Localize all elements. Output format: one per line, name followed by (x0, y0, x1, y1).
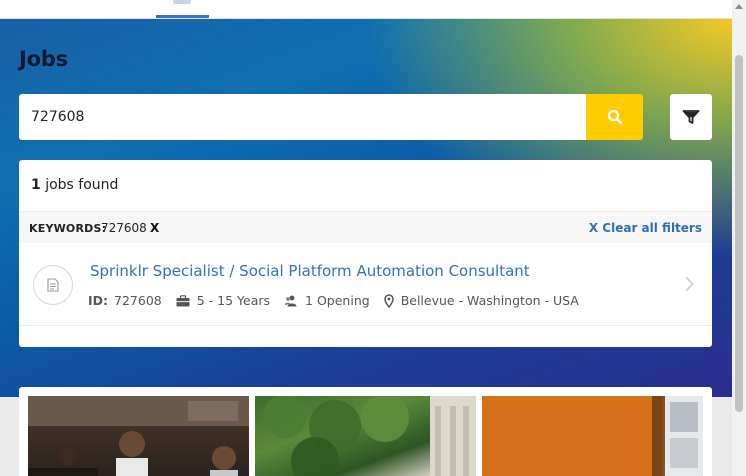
top-nav-bar (0, 0, 732, 19)
people-icon (284, 295, 297, 306)
nav-tab-icon[interactable] (173, 0, 191, 4)
job-location: Bellevue - Washington - USA (383, 293, 579, 308)
filter-icon (682, 110, 700, 124)
gallery-photo[interactable] (28, 396, 249, 476)
keywords-filter-label: KEYWORDS: (29, 222, 107, 235)
briefcase-icon (176, 294, 190, 306)
results-count-suffix: jobs found (40, 177, 119, 193)
scroll-up-arrow-icon[interactable] (735, 4, 743, 9)
vertical-scrollbar[interactable] (732, 0, 746, 476)
nav-tab-active-indicator (156, 15, 209, 18)
office-photo-illustration (482, 396, 703, 476)
search-button[interactable] (586, 94, 643, 140)
job-id-value: 727608 (114, 293, 162, 308)
app-viewport: Jobs 1 jobs found KEYWORDS: 727608 X X C… (0, 0, 746, 476)
location-pin-icon (383, 293, 394, 308)
gallery-photo[interactable] (255, 396, 476, 476)
job-meta: ID: 727608 5 - 15 Years 1 Opening Bellev… (88, 293, 593, 308)
chevron-right-icon[interactable] (685, 276, 694, 292)
trees-photo-illustration (263, 396, 476, 476)
gallery-photo[interactable] (482, 396, 703, 476)
job-openings-value: 1 Opening (305, 293, 370, 308)
job-list-item[interactable]: Sprinklr Specialist / Social Platform Au… (19, 243, 712, 326)
active-filters-row: KEYWORDS: 727608 X X Clear all filters (19, 211, 712, 243)
photo-gallery (19, 387, 712, 476)
people-photo-illustration (28, 396, 249, 476)
job-experience-value: 5 - 15 Years (196, 293, 271, 308)
job-title-link[interactable]: Sprinklr Specialist / Social Platform Au… (90, 262, 530, 280)
page-title: Jobs (19, 47, 68, 71)
job-experience: 5 - 15 Years (176, 293, 270, 308)
job-id: ID: 727608 (88, 293, 162, 308)
clear-all-filters-link[interactable]: X Clear all filters (589, 221, 702, 235)
keywords-filter-value: 727608 (101, 221, 147, 235)
results-count: 1 jobs found (31, 177, 118, 193)
job-id-label: ID: (88, 293, 109, 308)
document-icon (47, 278, 59, 292)
remove-keyword-filter-button[interactable]: X (150, 221, 159, 235)
search-input[interactable] (19, 94, 586, 140)
filter-button[interactable] (670, 94, 712, 140)
results-count-number: 1 (31, 177, 41, 193)
scrollbar-thumb[interactable] (735, 55, 743, 412)
job-location-value: Bellevue - Washington - USA (400, 293, 579, 308)
job-document-icon-circle (33, 265, 73, 305)
job-openings: 1 Opening (284, 293, 370, 308)
search-icon (607, 109, 622, 125)
results-card: 1 jobs found KEYWORDS: 727608 X X Clear … (19, 160, 712, 347)
